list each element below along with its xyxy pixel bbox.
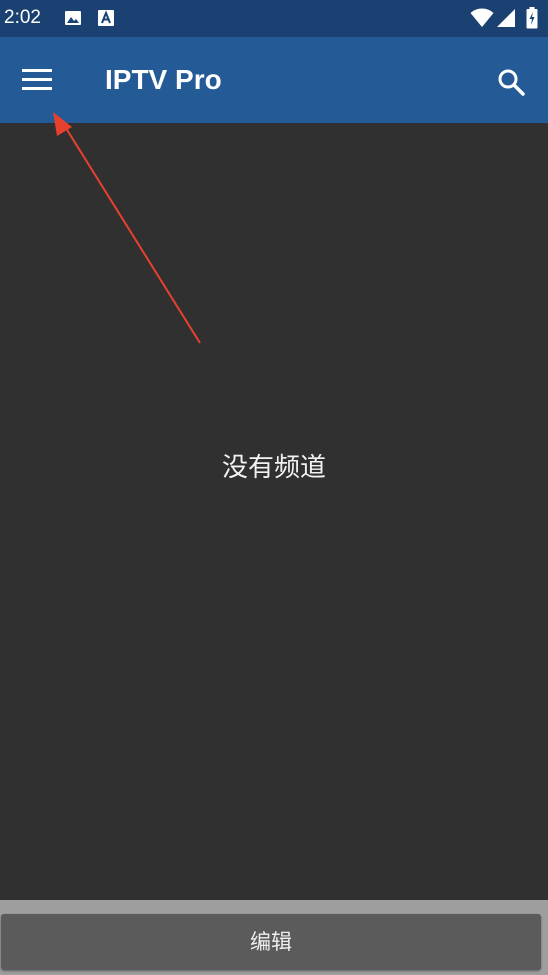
signal-icon: [496, 8, 516, 28]
channel-list-area: 没有频道: [0, 123, 548, 900]
status-bar: 2:02: [0, 0, 548, 37]
empty-channels-message: 没有频道: [221, 453, 326, 483]
font-a-icon: [97, 9, 115, 27]
wifi-icon: [470, 8, 494, 28]
image-icon: [64, 9, 82, 27]
menu-button[interactable]: [14, 59, 60, 101]
hamburger-menu-icon: [22, 69, 52, 95]
battery-icon: [526, 7, 538, 29]
app-bar: IPTV Pro: [0, 37, 548, 123]
app-screen: 2:02 IPTV Pro 没有频道 编辑: [0, 0, 548, 975]
status-time: 2:02: [4, 7, 41, 28]
search-button[interactable]: [490, 61, 532, 103]
app-title: IPTV Pro: [105, 64, 222, 95]
search-icon: [497, 68, 525, 100]
edit-button[interactable]: 编辑: [1, 914, 541, 970]
bottom-bar: 编辑: [0, 900, 548, 975]
